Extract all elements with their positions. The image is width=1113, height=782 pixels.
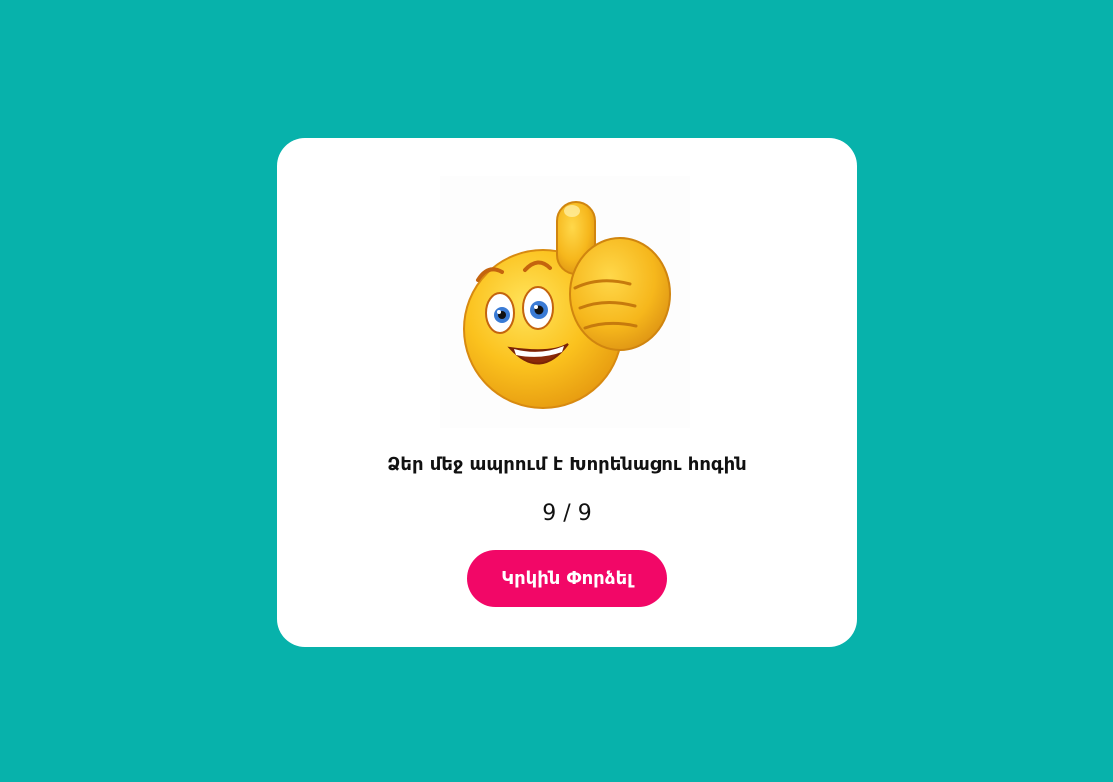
retry-button[interactable]: Կրկին Փորձել: [467, 550, 667, 607]
result-message: Ձեր մեջ ապրում է Խորենացու հոգին: [387, 454, 747, 475]
result-card: Ձեր մեջ ապրում է Խորենացու հոգին 9 / 9 Կ…: [277, 138, 857, 647]
thumbs-up-smiley-icon: [440, 176, 690, 428]
score-label: 9 / 9: [542, 501, 592, 526]
